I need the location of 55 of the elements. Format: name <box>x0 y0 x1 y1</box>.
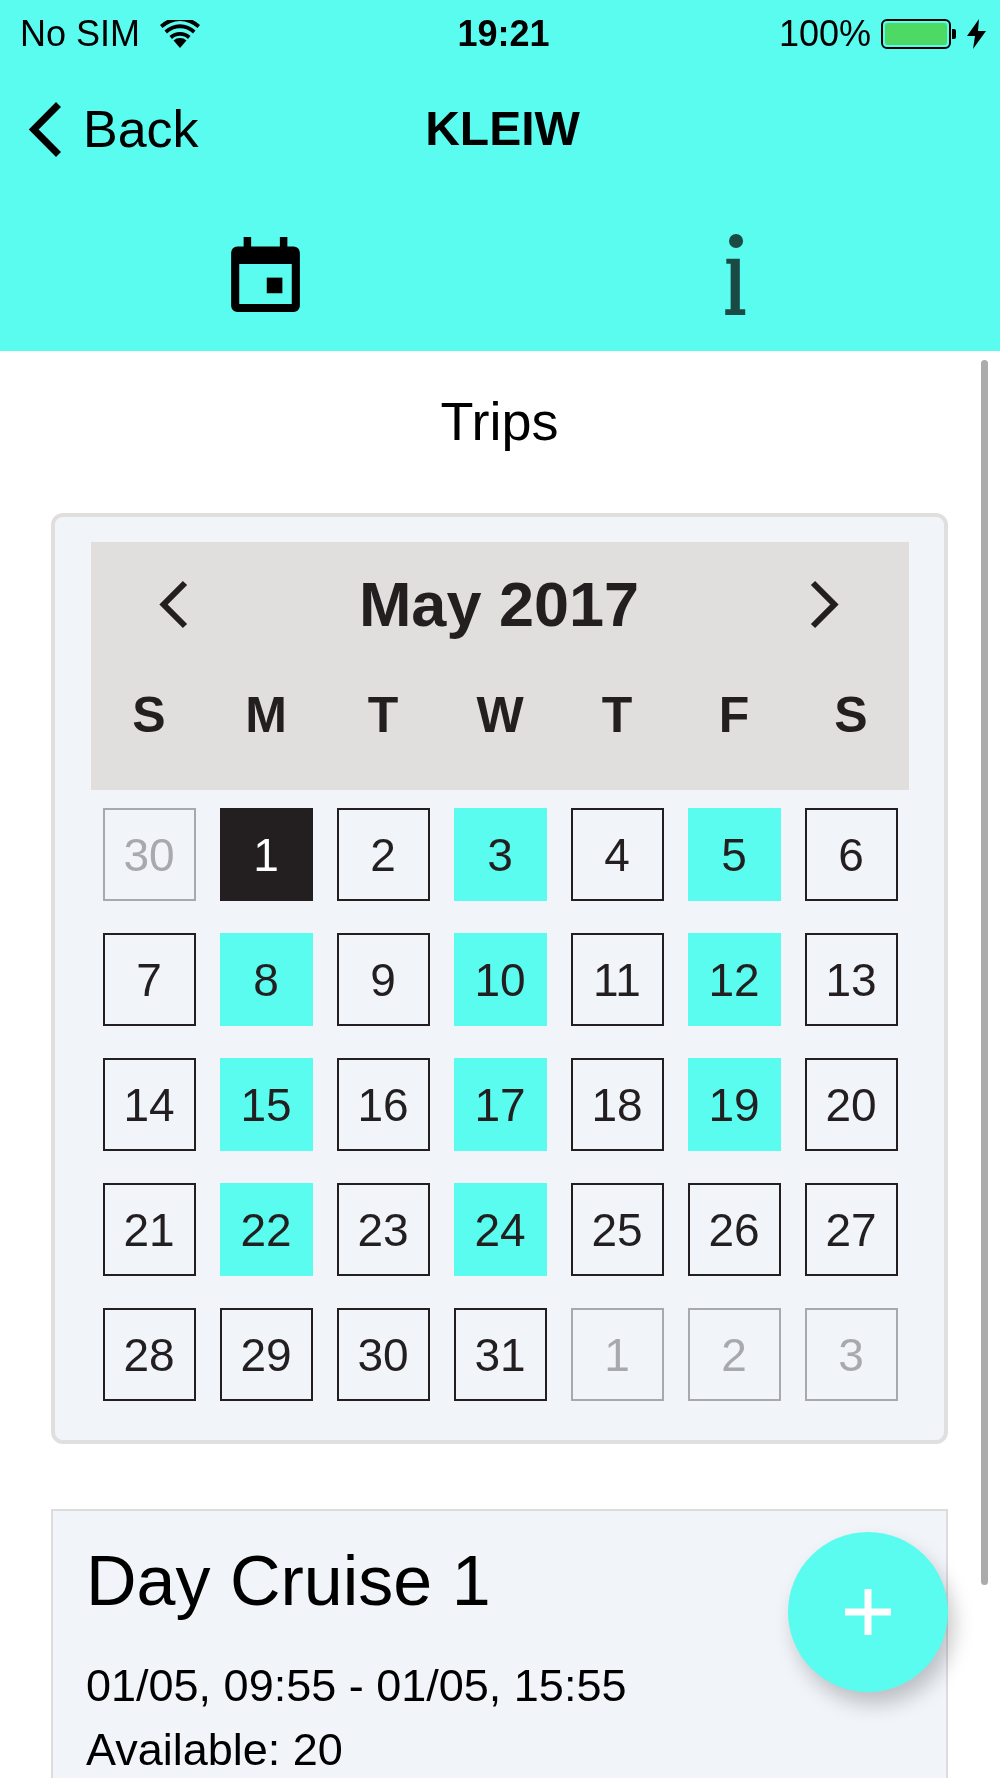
day-cell[interactable]: 29 <box>219 1308 313 1401</box>
day-cell[interactable]: 8 <box>219 933 313 1026</box>
day-cell[interactable]: 1 <box>219 808 313 901</box>
carrier-label: No SIM <box>20 14 141 54</box>
weekday-label: F <box>718 687 750 743</box>
clock-time: 19:21 <box>457 14 550 54</box>
day-cell[interactable]: 13 <box>804 933 898 1026</box>
day-cell[interactable]: 11 <box>570 933 664 1026</box>
next-month-button[interactable] <box>810 578 842 630</box>
weekday-label: S <box>834 687 868 743</box>
weekday-label: T <box>367 687 399 743</box>
day-cell[interactable]: 27 <box>804 1183 898 1276</box>
chevron-right-icon <box>810 578 842 630</box>
day-cell[interactable]: 21 <box>102 1183 196 1276</box>
day-cell[interactable]: 9 <box>336 933 430 1026</box>
day-cell[interactable]: 31 <box>453 1308 547 1401</box>
weekday-label: T <box>601 687 633 743</box>
day-cell[interactable]: 17 <box>453 1058 547 1151</box>
day-cell[interactable]: 10 <box>453 933 547 1026</box>
day-cell[interactable]: 18 <box>570 1058 664 1151</box>
trip-availability: Available: 20 <box>86 1725 343 1775</box>
battery-icon <box>881 19 956 49</box>
chevron-left-icon <box>156 578 188 630</box>
back-button[interactable]: Back <box>25 99 199 159</box>
day-cell[interactable]: 24 <box>453 1183 547 1276</box>
trip-card[interactable]: Day Cruise 1 01/05, 09:55 - 01/05, 15:55 Available: 20 <box>51 1509 948 1778</box>
trip-title: Day Cruise 1 <box>86 1541 491 1621</box>
section-title: Trips <box>439 390 560 453</box>
day-cell[interactable]: 3 <box>453 808 547 901</box>
day-cell[interactable]: 7 <box>102 933 196 1026</box>
day-cell[interactable]: 16 <box>336 1058 430 1151</box>
day-cell[interactable]: 22 <box>219 1183 313 1276</box>
day-cell[interactable]: 5 <box>687 808 781 901</box>
previous-month-button[interactable] <box>156 578 188 630</box>
day-cell[interactable]: 15 <box>219 1058 313 1151</box>
nav-title: KLEIW <box>425 101 580 157</box>
day-cell[interactable]: 6 <box>804 808 898 901</box>
day-cell[interactable]: 2 <box>336 808 430 901</box>
plus-icon <box>845 1589 891 1635</box>
battery-percent: 100% <box>778 14 871 54</box>
day-cell[interactable]: 26 <box>687 1183 781 1276</box>
wifi-icon <box>160 20 201 48</box>
day-cell[interactable]: 4 <box>570 808 664 901</box>
day-cell[interactable]: 28 <box>102 1308 196 1401</box>
trip-time: 01/05, 09:55 - 01/05, 15:55 <box>86 1661 627 1711</box>
weekday-label: S <box>132 687 166 743</box>
weekday-label: W <box>476 687 524 743</box>
day-cell[interactable]: 20 <box>804 1058 898 1151</box>
day-cell[interactable]: 12 <box>687 933 781 1026</box>
day-cell[interactable]: 19 <box>687 1058 781 1151</box>
day-cell[interactable]: 23 <box>336 1183 430 1276</box>
day-cell[interactable]: 25 <box>570 1183 664 1276</box>
weekday-label: M <box>245 687 287 743</box>
day-cell[interactable]: 14 <box>102 1058 196 1151</box>
day-cell[interactable]: 30 <box>336 1308 430 1401</box>
